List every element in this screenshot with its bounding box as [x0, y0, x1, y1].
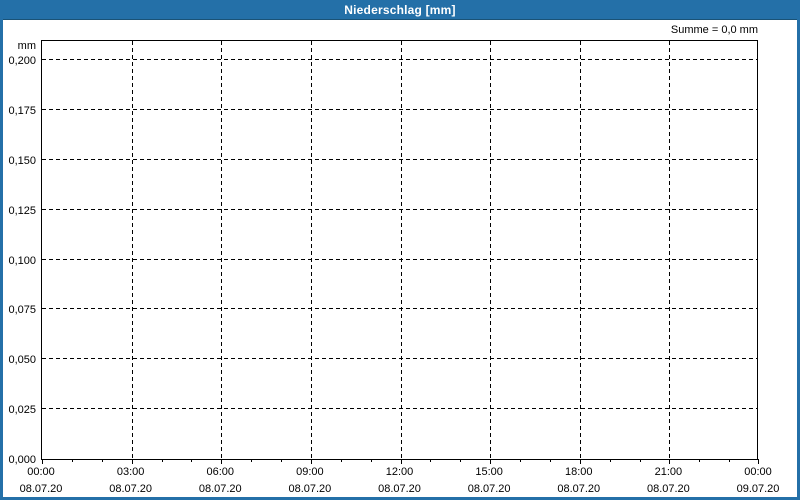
x-tick-date-label: 08.07.20 — [288, 483, 332, 495]
x-tick-date-label: 09.07.20 — [736, 483, 780, 495]
x-minor-tick — [520, 459, 521, 462]
title-bar: Niederschlag [mm] — [0, 0, 800, 20]
x-tick-time-label: 21:00 — [654, 466, 683, 478]
x-major-tick — [490, 459, 492, 464]
x-minor-tick — [191, 459, 193, 462]
gridline-horizontal — [42, 158, 757, 160]
x-minor-tick — [430, 459, 432, 462]
gridline-vertical — [131, 41, 133, 459]
gridline-vertical — [490, 41, 492, 459]
x-minor-tick — [460, 459, 462, 462]
x-major-tick — [221, 459, 223, 464]
plot-area — [41, 40, 759, 464]
x-minor-tick — [370, 459, 372, 462]
x-tick-time-label: 03:00 — [116, 466, 145, 478]
x-minor-tick — [161, 459, 163, 462]
x-tick-date-label: 08.07.20 — [198, 483, 242, 495]
x-tick-date-label: 08.07.20 — [378, 483, 421, 495]
x-major-tick — [131, 459, 133, 464]
x-major-tick — [42, 459, 43, 464]
gridline-horizontal — [42, 408, 757, 410]
gridline-horizontal — [42, 108, 757, 110]
x-major-tick — [400, 459, 402, 464]
y-tick-label: 0,025 — [8, 404, 36, 417]
x-minor-tick — [639, 459, 641, 462]
gridline-horizontal — [42, 59, 757, 60]
x-tick-time-label: 00:00 — [27, 466, 55, 478]
y-tick-label: 0,200 — [8, 55, 36, 67]
x-minor-tick — [281, 459, 282, 462]
gridline-horizontal — [42, 208, 757, 210]
x-minor-tick — [549, 459, 551, 462]
gridline-vertical — [579, 41, 581, 459]
x-tick-date-label: 08.07.20 — [19, 483, 63, 495]
gridline-horizontal — [42, 308, 757, 310]
gridline-vertical — [221, 41, 223, 459]
x-minor-tick — [340, 459, 342, 462]
x-tick-time-label: 15:00 — [475, 466, 503, 478]
x-tick-time-label: 09:00 — [296, 466, 324, 478]
y-tick-label: 0,050 — [8, 354, 36, 367]
x-tick-date-label: 08.07.20 — [467, 483, 511, 495]
x-minor-tick — [699, 459, 701, 462]
sum-label: Summe = 0,0 mm — [670, 24, 758, 36]
x-tick-time-label: 06:00 — [206, 466, 235, 478]
gridline-horizontal — [42, 258, 757, 260]
x-tick-date-label: 08.07.20 — [557, 483, 601, 495]
x-tick-time-label: 00:00 — [744, 466, 772, 478]
x-tick-date-label: 08.07.20 — [646, 483, 690, 495]
x-major-tick — [310, 459, 312, 464]
x-major-tick — [669, 459, 671, 464]
y-tick-label: 0,175 — [8, 104, 36, 117]
x-minor-tick — [71, 459, 73, 462]
y-tick-label: 0,125 — [8, 204, 36, 217]
x-major-tick — [758, 459, 759, 464]
x-tick-time-label: 12:00 — [385, 466, 414, 478]
gridline-vertical — [400, 41, 402, 459]
x-tick-date-label: 08.07.20 — [109, 483, 153, 495]
chart-title: Niederschlag [mm] — [344, 2, 456, 17]
gridline-vertical — [310, 41, 312, 459]
gridline-vertical — [669, 41, 671, 459]
x-minor-tick — [609, 459, 611, 462]
y-tick-label: 0,150 — [8, 154, 36, 167]
y-tick-label: 0,100 — [8, 254, 36, 267]
x-minor-tick — [729, 459, 731, 462]
y-tick-label: 0,075 — [8, 304, 36, 317]
x-minor-tick — [101, 459, 103, 462]
x-major-tick — [579, 459, 581, 464]
chart-window: Niederschlag [mm] Summe = 0,0 mm mm 0,00… — [0, 0, 800, 500]
y-axis-unit-label: mm — [17, 40, 36, 52]
x-minor-tick — [251, 459, 253, 462]
gridline-horizontal — [42, 358, 757, 360]
x-tick-time-label: 18:00 — [564, 466, 593, 478]
